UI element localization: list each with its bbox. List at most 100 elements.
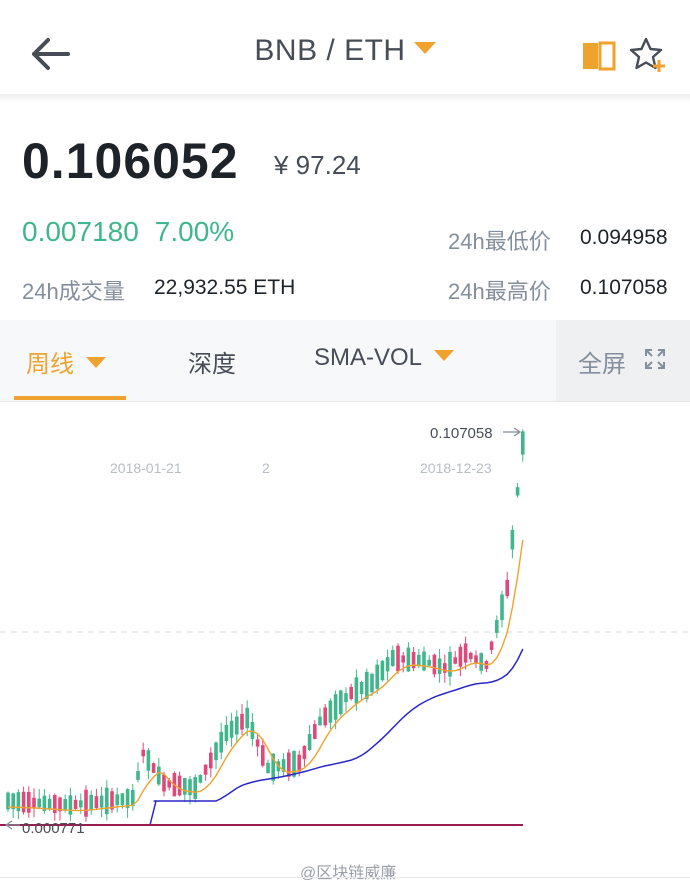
candle-body: [229, 720, 234, 738]
candle-body: [136, 771, 140, 780]
candle-body: [261, 745, 265, 766]
candle-body: [437, 658, 442, 675]
candle-body: [505, 579, 509, 597]
candle-body: [89, 794, 93, 811]
candle-body: [188, 779, 192, 796]
candle-body: [32, 797, 36, 808]
candle-body: [391, 650, 395, 666]
candle-body: [510, 529, 515, 550]
candle-body: [313, 724, 317, 739]
candle-body: [105, 787, 109, 815]
candle-body: [219, 731, 223, 753]
candle-body: [359, 681, 364, 695]
candle-body: [47, 798, 52, 809]
volume-value: 22,932.55 ETH: [154, 276, 296, 299]
tab-depth[interactable]: 深度: [188, 344, 236, 379]
min-price-label: 0.000771: [22, 820, 85, 837]
candle-body: [427, 659, 431, 666]
candle-body: [292, 750, 296, 777]
header-divider: [0, 94, 690, 102]
candle-body: [287, 752, 291, 777]
tab-indicator-label: SMA-VOL: [314, 344, 423, 371]
candle-body: [63, 799, 67, 811]
low-label: 24h最低价: [448, 229, 551, 254]
candle-body: [448, 651, 452, 677]
change-value: 0.007180: [22, 216, 139, 247]
candle-body: [203, 764, 208, 775]
expand-icon: [645, 349, 665, 369]
candle-body: [500, 594, 504, 621]
candle-body: [162, 774, 166, 792]
candle-body: [193, 777, 197, 799]
candle-body: [458, 646, 463, 667]
price-change: 0.007180 7.00%: [22, 216, 234, 248]
candlestick-chart[interactable]: 0.107058 0.000771: [0, 403, 690, 855]
ma-long-line: [149, 648, 524, 826]
candle-body: [245, 707, 249, 729]
fullscreen-label: 全屏: [578, 351, 626, 378]
high-label: 24h最高价: [448, 279, 551, 304]
watermark: @区块链威廉: [300, 865, 397, 882]
candle-body: [474, 655, 478, 663]
candle-body: [453, 657, 457, 664]
candle-body: [349, 686, 353, 700]
star-plus-icon[interactable]: [628, 36, 668, 74]
candle-body: [183, 778, 187, 795]
candle-body: [333, 694, 338, 720]
chart-canvas: [0, 427, 690, 830]
candle-body: [463, 643, 468, 663]
cny-price: ¥ 97.24: [274, 150, 361, 180]
candle-body: [255, 739, 260, 747]
candle-body: [240, 713, 244, 730]
candle-body: [177, 775, 182, 796]
candle-body: [27, 791, 31, 813]
candle-body: [146, 750, 151, 771]
candle-body: [521, 431, 525, 455]
candle-body: [297, 754, 301, 772]
candle-body: [406, 647, 411, 672]
x-tick-label: 2: [262, 460, 270, 476]
candle-body: [370, 673, 374, 693]
candle-body: [266, 762, 270, 774]
candle-body: [417, 654, 421, 667]
candle-body: [489, 641, 494, 650]
top-bar: BNB / ETH: [0, 0, 690, 96]
candle-body: [68, 795, 73, 815]
ma-short-line: [7, 539, 524, 812]
volume-label: 24h成交量: [22, 279, 125, 304]
candle-body: [235, 716, 239, 735]
max-price-label: 0.107058: [430, 425, 493, 442]
last-price: 0.106052: [22, 133, 239, 189]
candle-body: [37, 798, 41, 808]
tab-period[interactable]: 周线: [26, 344, 106, 379]
candle-body: [385, 657, 390, 672]
low-value: 0.094958: [580, 226, 668, 249]
candle-body: [21, 791, 26, 813]
candle-body: [469, 652, 473, 660]
x-tick-label: 2018-12-23: [420, 460, 492, 476]
active-tab-indicator: [14, 396, 126, 400]
change-percent: 7.00%: [154, 216, 235, 247]
candle-body: [157, 766, 161, 785]
candle-body: [151, 763, 156, 773]
candle-body: [73, 799, 78, 809]
x-tick-label: 2018-01-21: [110, 460, 182, 476]
candle-body: [84, 789, 88, 817]
candle-body: [53, 794, 57, 814]
candle-body: [209, 752, 213, 769]
chevron-down-icon: [86, 357, 106, 368]
chevron-down-icon: [413, 42, 436, 54]
candle-body: [375, 664, 379, 689]
candle-body: [422, 651, 426, 671]
candle-body: [79, 800, 83, 808]
candle-body: [198, 774, 203, 783]
book-icon[interactable]: [582, 40, 616, 72]
tab-indicator[interactable]: SMA-VOL: [314, 344, 455, 372]
footer-divider: [0, 877, 690, 878]
chart-tabs: 周线 深度 SMA-VOL 全屏: [0, 320, 690, 402]
candle-body: [495, 620, 499, 633]
candle-body: [339, 690, 343, 715]
candle-body: [302, 745, 307, 760]
candle-body: [443, 663, 447, 673]
fullscreen-button[interactable]: 全屏: [556, 320, 690, 401]
